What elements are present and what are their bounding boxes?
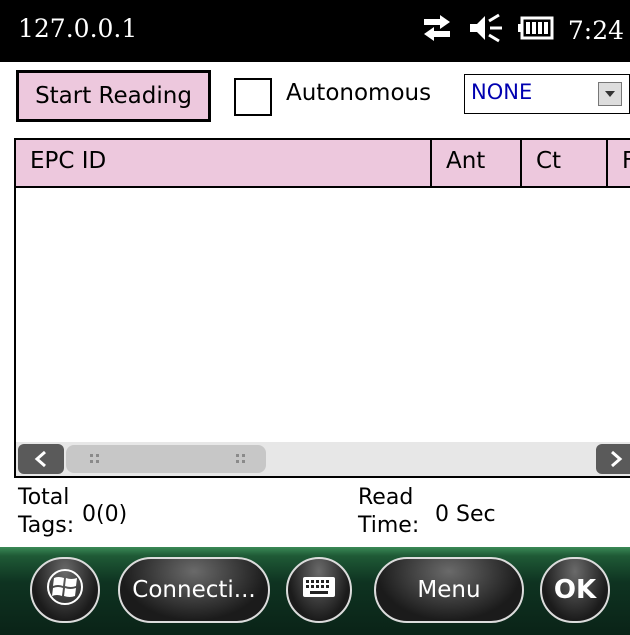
taskbar: Connecti... Menu OK — [0, 547, 630, 635]
clock[interactable]: 7:24 — [568, 16, 624, 45]
status-bar: 127.0.0.1 7:24 — [0, 0, 630, 62]
window-title: 127.0.0.1 — [18, 14, 138, 43]
scroll-right-button[interactable] — [596, 444, 630, 474]
read-time-value: 0 Sec — [435, 502, 496, 527]
horizontal-scrollbar[interactable] — [16, 442, 630, 476]
autonomous-label[interactable]: Autonomous — [286, 80, 431, 106]
chevron-down-icon[interactable] — [598, 82, 622, 106]
battery-icon[interactable] — [517, 15, 554, 45]
keyboard-button[interactable] — [286, 557, 352, 623]
scrollbar-thumb[interactable] — [66, 445, 266, 473]
menu-button[interactable]: Menu — [374, 557, 524, 623]
column-header-ant[interactable]: Ant — [432, 140, 522, 188]
ok-button[interactable]: OK — [540, 557, 610, 623]
autonomous-checkbox[interactable] — [234, 78, 272, 116]
mode-select-value: NONE — [471, 80, 533, 104]
mode-select[interactable]: NONE — [464, 74, 630, 114]
connection-button[interactable]: Connecti... — [118, 557, 270, 623]
tag-list[interactable]: EPC ID Ant Ct F — [14, 138, 630, 478]
column-header-f[interactable]: F — [608, 140, 630, 188]
start-reading-button[interactable]: Start Reading — [16, 70, 211, 122]
volume-icon[interactable] — [468, 12, 504, 48]
scroll-left-button[interactable] — [18, 444, 64, 474]
keyboard-icon — [302, 576, 336, 604]
read-time-label: Read Time: — [358, 485, 420, 538]
windows-start-button[interactable] — [30, 557, 100, 623]
column-header-epc-id[interactable]: EPC ID — [16, 140, 432, 188]
connectivity-icon[interactable] — [420, 13, 454, 47]
total-tags-value: 0(0) — [82, 502, 128, 527]
status-icons: 7:24 — [420, 10, 624, 50]
total-tags-label: Total Tags: — [18, 485, 75, 538]
windows-logo-icon — [46, 568, 84, 612]
column-header-ct[interactable]: Ct — [522, 140, 608, 188]
